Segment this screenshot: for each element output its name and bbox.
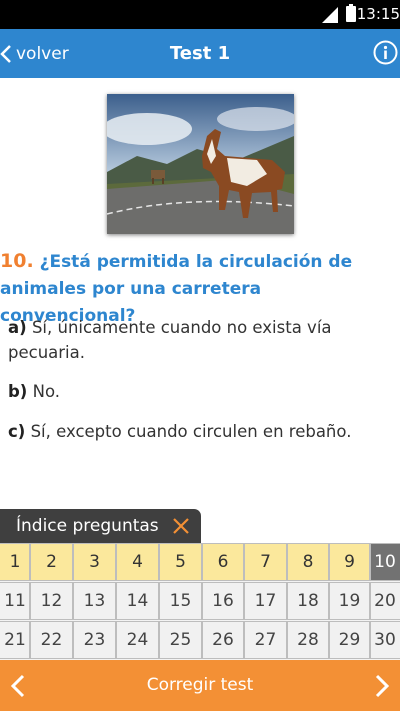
signal-icon	[322, 7, 338, 23]
next-question-button[interactable]	[364, 660, 400, 711]
answer-option-c[interactable]: c) Sí, excepto cuando circulen en rebaño…	[8, 419, 378, 444]
battery-icon	[346, 4, 356, 22]
question-index-cell-15[interactable]: 15	[159, 582, 202, 620]
chevron-left-icon	[0, 44, 11, 63]
question-index-cell-20[interactable]: 20	[370, 582, 400, 620]
question-index-cell-10[interactable]: 10	[370, 543, 400, 581]
question-index-cell-6[interactable]: 6	[202, 543, 244, 581]
question-index-cell-29[interactable]: 29	[329, 621, 370, 659]
question-index-cell-9[interactable]: 9	[329, 543, 370, 581]
question-index-cell-5[interactable]: 5	[159, 543, 202, 581]
question-index-cell-23[interactable]: 23	[73, 621, 116, 659]
answer-text: Sí, excepto cuando circulen en rebaño.	[30, 422, 352, 441]
question-index-cell-11[interactable]: 11	[0, 582, 30, 620]
question-index-cell-30[interactable]: 30	[370, 621, 400, 659]
question-index-cell-3[interactable]: 3	[73, 543, 116, 581]
question-index-cell-19[interactable]: 19	[329, 582, 370, 620]
question-index-cell-14[interactable]: 14	[116, 582, 159, 620]
status-bar: 13:15	[0, 0, 400, 29]
answer-letter: a)	[8, 318, 27, 337]
close-icon[interactable]	[172, 517, 190, 535]
question-index-cell-16[interactable]: 16	[202, 582, 244, 620]
question-index-cell-17[interactable]: 17	[244, 582, 287, 620]
question-index-cell-18[interactable]: 18	[287, 582, 329, 620]
app-bar: volver Test 1	[0, 29, 400, 78]
back-label: volver	[16, 43, 69, 64]
question-index-cell-22[interactable]: 22	[30, 621, 73, 659]
answer-option-b[interactable]: b) No.	[8, 379, 378, 404]
question-index-cell-26[interactable]: 26	[202, 621, 244, 659]
question-index-tab[interactable]: Índice preguntas	[0, 509, 201, 543]
answer-letter: b)	[8, 382, 28, 401]
question-index-cell-1[interactable]: 1	[0, 543, 30, 581]
question-index-cell-25[interactable]: 25	[159, 621, 202, 659]
back-button[interactable]: volver	[0, 29, 69, 78]
answer-text: Sí, únicamente cuando no exista vía pecu…	[8, 318, 332, 362]
info-icon[interactable]	[373, 40, 398, 65]
question-index-cell-13[interactable]: 13	[73, 582, 116, 620]
answer-option-a[interactable]: a) Sí, únicamente cuando no exista vía p…	[8, 315, 378, 365]
question-index-cell-2[interactable]: 2	[30, 543, 73, 581]
correct-test-button[interactable]: Corregir test	[0, 660, 400, 711]
question-index-cell-24[interactable]: 24	[116, 621, 159, 659]
question-index-grid: 1 2 3 4 5 6 7 8 9 10 11 12 13 14 15 16 17 18 19 20 21 22 23 24 2…	[0, 543, 400, 660]
question-index-cell-12[interactable]: 12	[30, 582, 73, 620]
question-index-cell-21[interactable]: 21	[0, 621, 30, 659]
question-index-cell-8[interactable]: 8	[287, 543, 329, 581]
answer-letter: c)	[8, 422, 26, 441]
question-image	[107, 94, 294, 234]
question-number: 10.	[0, 250, 34, 272]
question-index-cell-7[interactable]: 7	[244, 543, 287, 581]
question-index-cell-4[interactable]: 4	[116, 543, 159, 581]
status-time: 13:15	[356, 5, 400, 23]
question-index-cell-28[interactable]: 28	[287, 621, 329, 659]
answer-text: No.	[32, 382, 61, 401]
bottom-bar: Corregir test	[0, 660, 400, 711]
question-index-label: Índice preguntas	[16, 516, 159, 536]
chevron-right-icon	[375, 674, 389, 697]
question-index-cell-27[interactable]: 27	[244, 621, 287, 659]
